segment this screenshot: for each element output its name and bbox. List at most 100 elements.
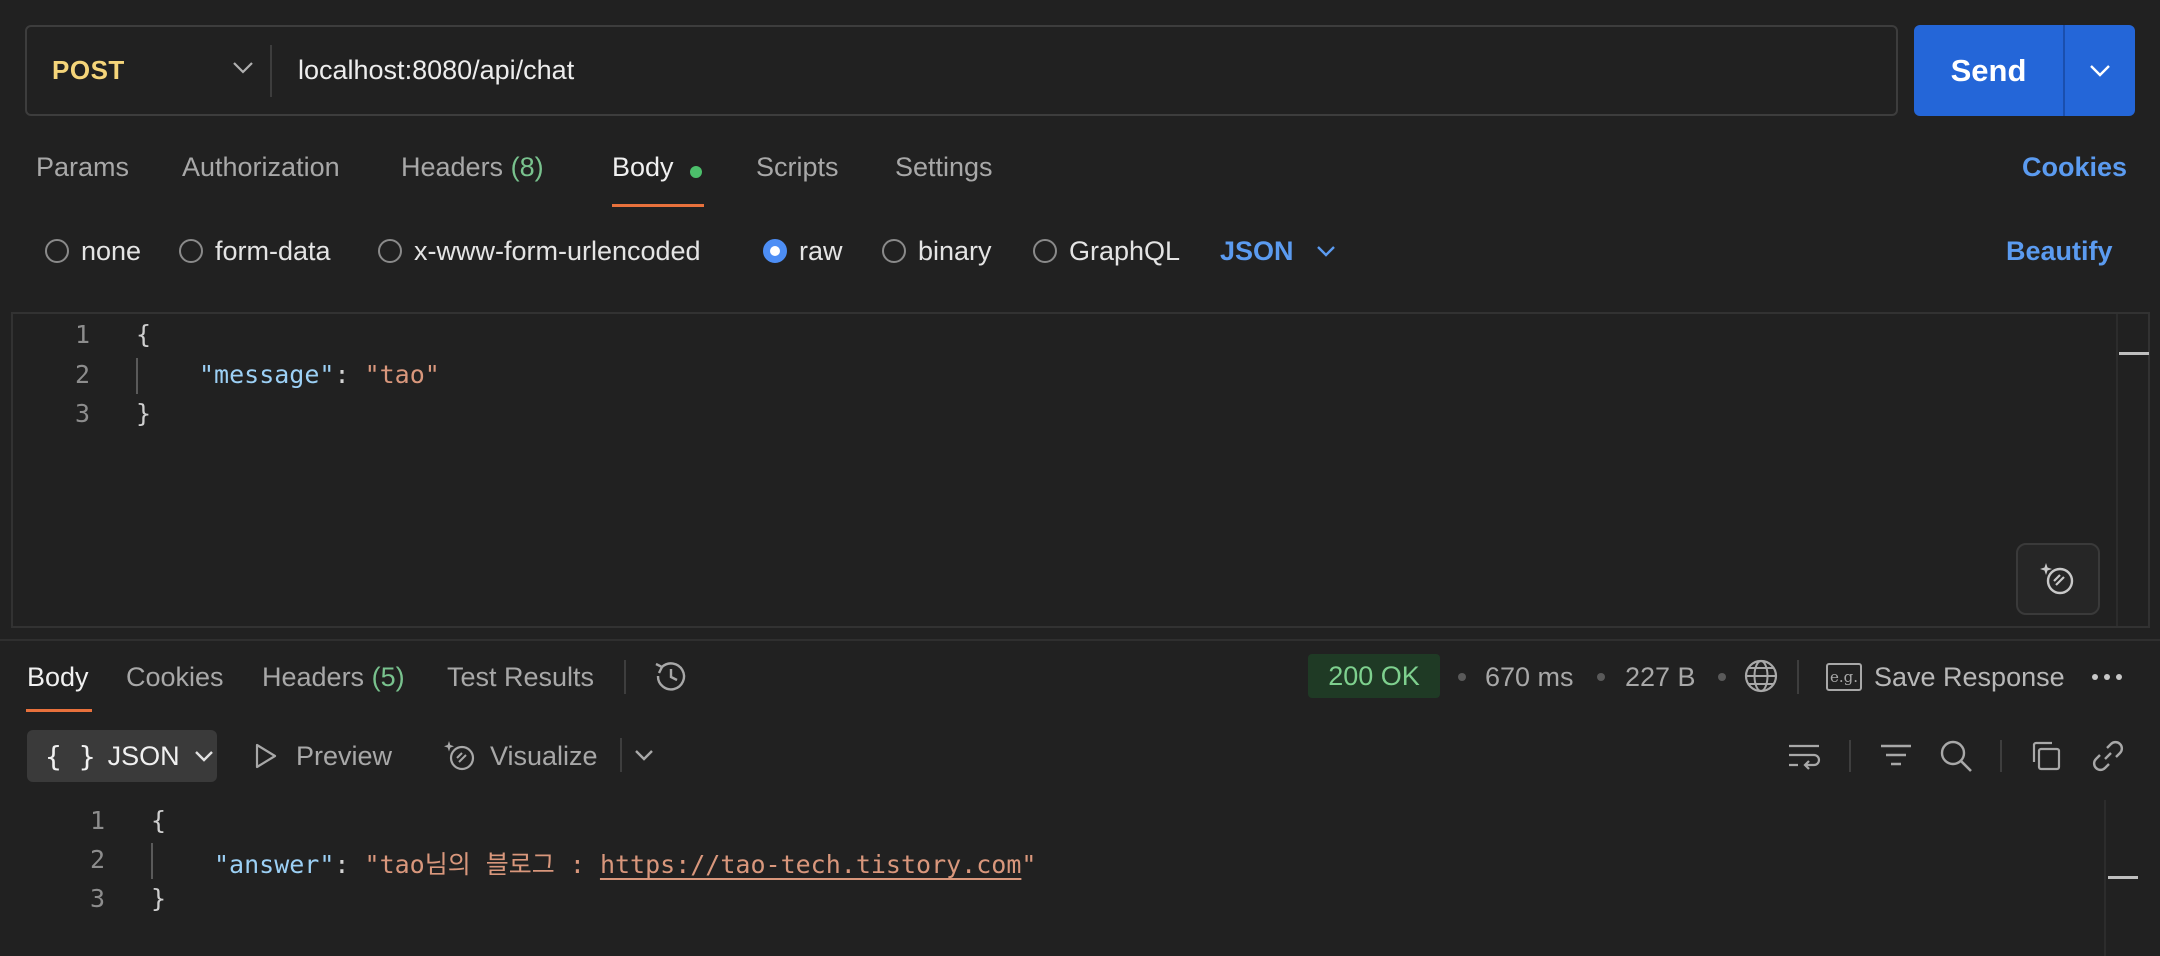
visualize-button[interactable]: Visualize	[442, 738, 598, 774]
response-tab-cookies[interactable]: Cookies	[126, 662, 224, 693]
tab-label: Headers	[262, 662, 365, 692]
tab-label: Body	[27, 662, 89, 692]
headers-count: (5)	[371, 662, 405, 692]
filter-icon[interactable]	[1878, 738, 1914, 774]
chevron-down-icon	[233, 62, 253, 74]
link-icon[interactable]	[2090, 738, 2126, 774]
response-tab-body[interactable]: Body	[27, 662, 89, 693]
response-time[interactable]: 670 ms	[1485, 662, 1574, 693]
radio-circle	[45, 239, 69, 263]
json-value-prefix: "tao님의 블로그 :	[364, 850, 600, 879]
tab-authorization[interactable]: Authorization	[182, 152, 340, 183]
tab-body[interactable]: Body	[612, 152, 674, 183]
line-number: 1	[89, 806, 105, 835]
search-icon[interactable]	[1938, 738, 1974, 774]
open-brace: {	[151, 806, 167, 835]
send-options-button[interactable]	[2065, 25, 2135, 116]
globe-icon[interactable]	[1743, 657, 1779, 695]
json-colon: :	[334, 850, 365, 879]
tab-params[interactable]: Params	[36, 152, 129, 183]
beautify-button[interactable]: Beautify	[2006, 236, 2113, 267]
send-button[interactable]: Send	[1914, 25, 2063, 116]
wrap-lines-icon[interactable]	[1786, 738, 1822, 774]
save-response-button[interactable]: Save Response	[1874, 662, 2065, 693]
radio-label: binary	[918, 235, 992, 266]
ai-sparkle-icon	[2040, 563, 2074, 595]
url-input[interactable]: localhost:8080/api/chat	[298, 27, 574, 114]
json-key: "answer"	[214, 850, 335, 879]
radio-circle	[1033, 239, 1057, 263]
tab-label: Body	[612, 152, 674, 182]
line-number: 1	[74, 320, 90, 349]
active-tab-indicator	[26, 709, 92, 712]
json-value-suffix: "	[1021, 850, 1037, 879]
format-label: JSON	[107, 740, 180, 771]
body-modified-dot	[690, 166, 702, 178]
line-number: 2	[89, 845, 105, 874]
example-icon: e.g.	[1826, 663, 1862, 691]
tab-separator	[624, 660, 626, 694]
method-label: POST	[52, 55, 125, 85]
active-tab-indicator	[612, 204, 704, 207]
radio-raw[interactable]: raw	[763, 236, 843, 266]
tab-scripts[interactable]: Scripts	[756, 152, 839, 183]
chevron-down-icon	[1316, 246, 1335, 257]
indent-guide	[151, 843, 153, 879]
more-options-icon[interactable]	[2091, 672, 2123, 682]
tab-label: Scripts	[756, 152, 839, 182]
tab-headers[interactable]: Headers (8)	[401, 152, 544, 183]
tab-label: Authorization	[182, 152, 340, 182]
braces-icon: { }	[45, 739, 96, 773]
radio-circle	[378, 239, 402, 263]
open-brace: {	[136, 320, 152, 349]
radio-circle-selected	[763, 239, 787, 263]
response-tab-headers[interactable]: Headers (5)	[262, 662, 405, 693]
viewer-scrollbar-thumb[interactable]	[2108, 876, 2138, 879]
json-value: "tao"	[364, 360, 440, 389]
send-button-group: Send	[1914, 25, 2135, 116]
history-icon[interactable]	[650, 656, 690, 696]
response-format-select[interactable]: { } JSON	[27, 730, 217, 782]
preview-label: Preview	[296, 740, 393, 771]
toolbar-separator	[2000, 740, 2002, 772]
radio-label: x-www-form-urlencoded	[414, 235, 701, 266]
pane-divider[interactable]	[0, 639, 2160, 641]
radio-label: form-data	[215, 235, 331, 266]
radio-graphql[interactable]: GraphQL	[1033, 236, 1180, 266]
tab-label: Cookies	[126, 662, 224, 692]
radio-circle	[882, 239, 906, 263]
line-number: 3	[89, 884, 105, 913]
editor-scrollbar-thumb[interactable]	[2119, 352, 2149, 355]
blog-link[interactable]: https://tao-tech.tistory.com	[600, 850, 1021, 879]
visualize-separator	[620, 738, 622, 772]
visualize-sparkle-icon	[444, 741, 475, 771]
radio-none[interactable]: none	[45, 236, 141, 266]
chevron-down-icon	[2090, 64, 2110, 77]
copy-icon[interactable]	[2028, 738, 2064, 774]
preview-button[interactable]: Preview	[254, 738, 392, 774]
language-label: JSON	[1220, 235, 1294, 266]
headers-count: (8)	[510, 152, 544, 182]
radio-x-www-form-urlencoded[interactable]: x-www-form-urlencoded	[378, 236, 701, 266]
code-line: "message": "tao"	[199, 360, 440, 389]
chevron-down-icon[interactable]	[634, 749, 654, 761]
line-number: 2	[74, 360, 90, 389]
radio-form-data[interactable]: form-data	[179, 236, 331, 266]
language-select[interactable]: JSON	[1220, 236, 1336, 266]
radio-binary[interactable]: binary	[882, 236, 992, 266]
radio-label: raw	[799, 235, 843, 266]
response-size[interactable]: 227 B	[1625, 662, 1696, 693]
url-bar: POST localhost:8080/api/chat	[25, 25, 1898, 116]
response-tab-test-results[interactable]: Test Results	[447, 662, 594, 693]
radio-label: none	[81, 235, 142, 266]
cookies-link[interactable]: Cookies	[2022, 152, 2127, 183]
ai-assist-button[interactable]	[2016, 543, 2100, 615]
tab-settings[interactable]: Settings	[895, 152, 993, 183]
method-select[interactable]: POST	[52, 27, 272, 114]
status-badge[interactable]: 200 OK	[1308, 654, 1440, 698]
editor-scrollbar-track[interactable]	[2116, 314, 2118, 626]
viewer-scrollbar-track[interactable]	[2104, 800, 2106, 956]
visualize-label: Visualize	[490, 740, 598, 771]
close-brace: }	[151, 884, 167, 913]
radio-circle	[179, 239, 203, 263]
